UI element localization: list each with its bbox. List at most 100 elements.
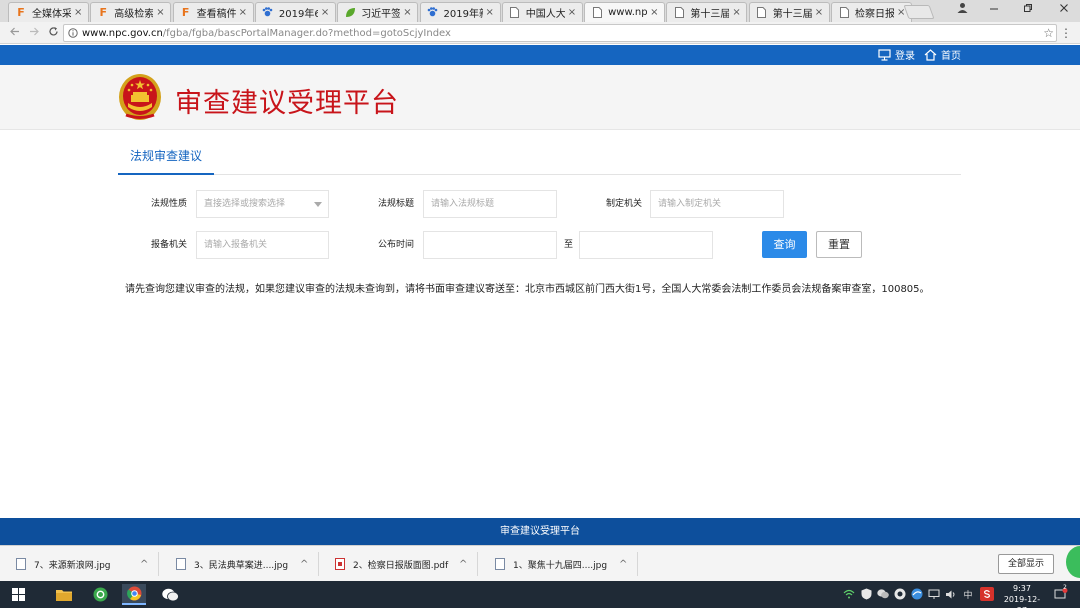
maker-input[interactable]: 请输入制定机关 xyxy=(650,190,784,218)
date-start-input[interactable] xyxy=(423,231,557,259)
query-button[interactable]: 查询 xyxy=(762,231,807,258)
bookmark-star-icon[interactable]: ☆ xyxy=(1043,26,1054,40)
ime-indicator[interactable]: 中 xyxy=(961,587,975,601)
home-icon xyxy=(923,48,937,62)
download-item[interactable]: 1、聚焦十九届四....jpg ^ xyxy=(495,552,639,576)
tray-app-icon[interactable] xyxy=(893,587,907,601)
close-icon[interactable]: × xyxy=(486,7,496,18)
title-input[interactable]: 请输入法规标题 xyxy=(423,190,557,218)
network-icon[interactable] xyxy=(927,587,941,601)
tab-regulation-review[interactable]: 法规审查建议 xyxy=(118,140,214,175)
browser-tab[interactable]: F 查看稿件 × xyxy=(172,2,254,22)
profile-icon[interactable] xyxy=(950,2,974,18)
close-icon[interactable]: × xyxy=(156,7,166,18)
download-item[interactable]: 7、来源新浪网.jpg ^ xyxy=(16,552,160,576)
close-icon[interactable]: × xyxy=(321,7,331,18)
clock-date: 2019-12-27 xyxy=(1003,595,1041,608)
chevron-up-icon[interactable]: ^ xyxy=(459,559,467,570)
chevron-up-icon[interactable]: ^ xyxy=(140,559,148,570)
browser-tab[interactable]: 习近平签署× xyxy=(337,2,419,22)
download-name: 3、民法典草案进....jpg xyxy=(194,560,289,571)
minimize-icon[interactable] xyxy=(982,2,1006,18)
browser-tab[interactable]: www.npc× xyxy=(584,2,666,22)
tray-browser-icon[interactable] xyxy=(910,587,924,601)
filer-input[interactable]: 请输入报备机关 xyxy=(196,231,329,259)
close-icon[interactable]: × xyxy=(403,7,413,18)
page-tabs: 法规审查建议 xyxy=(118,140,961,175)
url-path: /fgba/fgba/bascPortalManager.do?method=g… xyxy=(162,27,451,39)
reset-button[interactable]: 重置 xyxy=(816,231,862,258)
app-green-icon[interactable] xyxy=(88,584,112,605)
baidu-paw-icon xyxy=(427,7,439,19)
browser-tab-title: 中国人大网 xyxy=(525,9,565,20)
close-icon[interactable]: × xyxy=(568,7,578,18)
download-name: 2、检察日报版面图.pdf xyxy=(353,560,449,571)
browser-tab[interactable]: F 高级检索 × xyxy=(90,2,172,22)
maker-label: 制定机关 xyxy=(606,199,643,209)
site-header: 审查建议受理平台 xyxy=(0,65,1080,130)
title-placeholder: 请输入法规标题 xyxy=(431,199,495,209)
app-f-icon: F xyxy=(181,6,190,19)
close-icon[interactable]: × xyxy=(650,7,660,18)
notice-text: 请先查询您建议审查的法规，如果您建议审查的法规未查询到，请将书面审查建议寄送至：… xyxy=(125,284,930,295)
show-all-button[interactable]: 全部显示 xyxy=(998,554,1054,574)
sogou-ime-icon[interactable] xyxy=(980,587,994,601)
windows-start-icon[interactable] xyxy=(6,584,30,605)
reload-icon[interactable] xyxy=(45,25,61,41)
page-icon xyxy=(509,7,521,19)
filer-label: 报备机关 xyxy=(151,240,188,250)
close-icon[interactable]: × xyxy=(815,7,825,18)
close-icon[interactable]: × xyxy=(732,7,742,18)
new-tab-button[interactable] xyxy=(903,5,935,19)
close-window-icon[interactable] xyxy=(1052,2,1076,18)
login-link[interactable]: 登录 xyxy=(877,47,915,62)
close-icon[interactable]: × xyxy=(74,7,84,18)
notification-count: 2 xyxy=(1063,584,1067,591)
shield-icon[interactable] xyxy=(859,587,873,601)
browser-tab-title: 第十三届全 xyxy=(690,9,730,20)
browser-tab[interactable]: 中国人大网× xyxy=(501,2,583,22)
chevron-up-icon[interactable]: ^ xyxy=(300,559,308,570)
title-label: 法规标题 xyxy=(378,199,415,209)
browser-tab[interactable]: 检察日报 × xyxy=(831,2,912,22)
chrome-icon[interactable] xyxy=(122,584,146,605)
date-end-input[interactable] xyxy=(579,231,713,259)
info-icon[interactable] xyxy=(68,28,78,38)
filer-placeholder: 请输入报备机关 xyxy=(204,240,268,250)
file-icon xyxy=(495,558,505,570)
browser-tab[interactable]: 第十三届全× xyxy=(666,2,748,22)
restore-icon[interactable] xyxy=(1016,2,1040,18)
back-icon[interactable] xyxy=(6,25,22,41)
system-clock[interactable]: 9:37 2019-12-27 xyxy=(1000,583,1044,608)
browser-tab[interactable]: 第十三届全× xyxy=(748,2,830,22)
volume-icon[interactable] xyxy=(944,587,958,601)
leaf-icon xyxy=(344,7,356,19)
notification-icon[interactable]: 2 xyxy=(1052,584,1070,601)
file-explorer-icon[interactable] xyxy=(52,584,76,605)
site-top-bar: 登录 首页 xyxy=(0,45,1080,65)
home-link[interactable]: 首页 xyxy=(923,47,961,62)
url-host: www.npc.gov.cn xyxy=(82,27,163,39)
close-icon[interactable]: × xyxy=(239,7,249,18)
chevron-down-icon xyxy=(314,202,322,207)
date-label: 公布时间 xyxy=(378,240,415,250)
login-label: 登录 xyxy=(895,51,915,62)
browser-tab[interactable]: 2019年6月× xyxy=(254,2,336,22)
nature-label: 法规性质 xyxy=(151,199,188,209)
browser-toolbar: www.npc.gov.cn/fgba/fgba/bascPortalManag… xyxy=(0,22,1080,44)
download-item[interactable]: 3、民法典草案进....jpg ^ xyxy=(176,552,320,576)
wechat-tray-icon[interactable] xyxy=(876,587,890,601)
browser-tab-title: 习近平签署 xyxy=(361,9,401,20)
browser-menu-icon[interactable]: ⋮ xyxy=(1060,25,1072,41)
home-label: 首页 xyxy=(941,51,961,62)
wifi-icon[interactable] xyxy=(842,587,856,601)
browser-tab[interactable]: F 全媒体采编× xyxy=(8,2,89,22)
wechat-icon[interactable] xyxy=(158,584,182,605)
chevron-up-icon[interactable]: ^ xyxy=(619,559,627,570)
forward-icon[interactable] xyxy=(26,25,42,41)
download-item[interactable]: 2、检察日报版面图.pdf ^ xyxy=(335,552,479,576)
browser-tab-title: 2019年新 xyxy=(443,9,483,20)
address-bar[interactable]: www.npc.gov.cn/fgba/fgba/bascPortalManag… xyxy=(63,24,1057,42)
browser-tab[interactable]: 2019年新× xyxy=(419,2,501,22)
nature-select[interactable]: 直接选择或搜索选择 xyxy=(196,190,329,218)
